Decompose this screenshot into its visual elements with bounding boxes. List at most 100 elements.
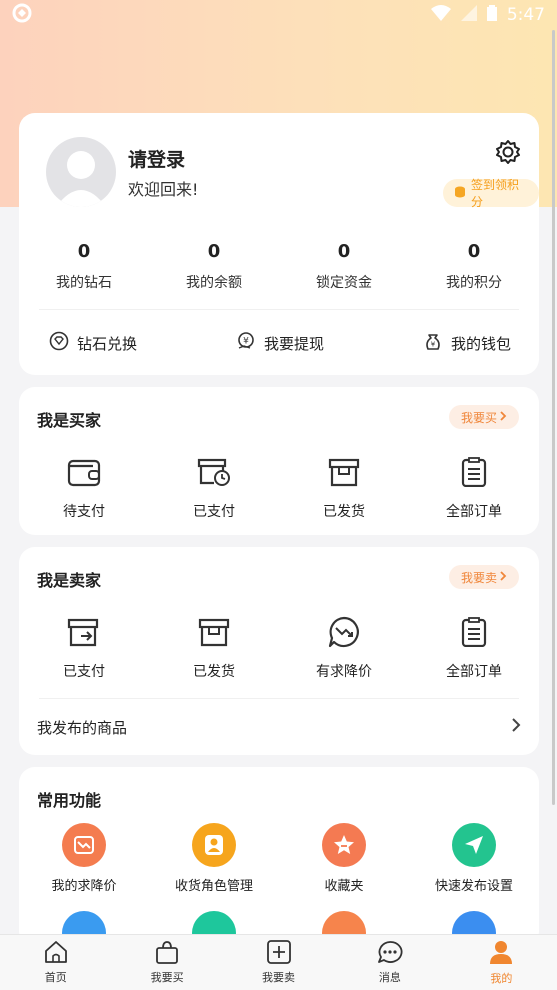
bottom-tab-bar: 首页 我要买 我要卖 消息 我的 <box>0 934 557 990</box>
stat-value: 0 <box>337 241 351 262</box>
divider <box>39 309 519 310</box>
grid-item-label: 已发货 <box>193 664 235 680</box>
person-icon <box>192 823 236 867</box>
wifi-icon <box>430 5 451 25</box>
profile-icon <box>488 939 514 968</box>
stat-value: 0 <box>207 241 221 262</box>
status-time: 5:47 <box>506 5 545 25</box>
grid-item-label: 已支付 <box>193 504 235 520</box>
stats-row: 0 我的钻石 0 我的余额 0 锁定资金 0 我的积分 <box>19 241 539 292</box>
seller-card: 我是卖家 我要卖 已支付 已发货 有求降价 全部订单 我发布的商品 <box>19 547 539 755</box>
wallet-icon: ¥ <box>423 331 443 355</box>
seller-shipped[interactable]: 已发货 <box>149 615 279 681</box>
stat-balance[interactable]: 0 我的余额 <box>149 241 279 292</box>
plus-box-icon <box>266 940 292 967</box>
common-functions-card: 常用功能 我的求降价 收货角色管理 收藏夹 快速发布设置 <box>19 767 539 955</box>
app-notification-icon <box>12 3 32 27</box>
published-items-label: 我发布的商品 <box>37 718 128 737</box>
my-wallet-button[interactable]: ¥ 我的钱包 <box>423 331 511 355</box>
buyer-orders-grid: 待支付 已支付 已发货 全部订单 <box>19 455 539 521</box>
paid-arrow-icon <box>67 615 101 649</box>
buyer-pending-payment[interactable]: 待支付 <box>19 455 149 521</box>
buy-shortcut-button[interactable]: 我要买 <box>449 405 520 429</box>
stat-points[interactable]: 0 我的积分 <box>409 241 539 292</box>
user-card: 请登录 欢迎回来! 签到领积分 0 我的钻石 0 我的余额 0 锁定资金 0 我的积分 … <box>19 113 539 375</box>
chevron-right-icon <box>499 570 507 584</box>
my-published-items-row[interactable]: 我发布的商品 <box>19 699 539 755</box>
seller-price-drop-requests[interactable]: 有求降价 <box>279 615 409 681</box>
price-drop-icon <box>327 615 361 649</box>
battery-icon <box>486 5 497 25</box>
buyer-card: 我是买家 我要买 待支付 已支付 已发货 全部订单 <box>19 387 539 535</box>
withdraw-icon: ¥ <box>236 331 256 355</box>
price-drop-icon <box>62 823 106 867</box>
grid-item-label: 已支付 <box>63 664 105 680</box>
paid-clock-icon <box>197 455 231 489</box>
buyer-section-title: 我是买家 <box>37 411 102 430</box>
tab-label: 我要买 <box>150 971 184 984</box>
tab-messages[interactable]: 消息 <box>334 935 445 990</box>
svg-text:¥: ¥ <box>243 337 249 347</box>
tab-profile[interactable]: 我的 <box>446 935 557 990</box>
chevron-right-icon <box>499 410 507 424</box>
stat-diamonds[interactable]: 0 我的钻石 <box>19 241 149 292</box>
buyer-all-orders[interactable]: 全部订单 <box>409 455 539 521</box>
common-section-title: 常用功能 <box>37 791 102 810</box>
sell-shortcut-label: 我要卖 <box>461 570 498 585</box>
seller-section-title: 我是卖家 <box>37 571 102 590</box>
tab-label: 消息 <box>378 971 401 984</box>
seller-orders-grid: 已支付 已发货 有求降价 全部订单 <box>19 615 539 681</box>
my-wallet-label: 我的钱包 <box>451 334 512 353</box>
tab-home[interactable]: 首页 <box>0 935 111 990</box>
function-label: 快速发布设置 <box>434 879 513 894</box>
stat-label: 我的余额 <box>186 275 242 291</box>
status-bar: 5:47 <box>0 0 557 30</box>
grid-item-label: 已发货 <box>323 504 365 520</box>
signal-icon <box>460 5 477 25</box>
function-label: 我的求降价 <box>51 879 117 894</box>
diamond-exchange-label: 钻石兑换 <box>77 334 138 353</box>
grid-item-label: 全部订单 <box>446 504 502 520</box>
avatar[interactable] <box>46 137 116 207</box>
diamond-exchange-button[interactable]: 钻石兑换 <box>49 331 137 355</box>
favorites-button[interactable]: 收藏夹 <box>279 823 409 894</box>
login-link[interactable]: 请登录 <box>128 145 185 172</box>
stat-label: 我的钻石 <box>56 275 112 291</box>
sign-in-points-badge[interactable]: 签到领积分 <box>443 178 539 209</box>
box-icon <box>327 455 361 489</box>
welcome-text: 欢迎回来! <box>128 180 199 199</box>
stat-locked-funds[interactable]: 0 锁定资金 <box>279 241 409 292</box>
withdraw-button[interactable]: ¥ 我要提现 <box>236 331 324 355</box>
stat-value: 0 <box>77 241 91 262</box>
stat-label: 我的积分 <box>446 275 502 291</box>
seller-all-orders[interactable]: 全部订单 <box>409 615 539 681</box>
diamond-icon <box>49 331 69 355</box>
home-icon <box>43 940 69 967</box>
buyer-paid[interactable]: 已支付 <box>149 455 279 521</box>
wallet-actions-row: 钻石兑换 ¥ 我要提现 ¥ 我的钱包 <box>19 325 539 361</box>
chevron-right-icon <box>511 718 521 736</box>
my-price-drop-button[interactable]: 我的求降价 <box>19 823 149 894</box>
receiver-role-management-button[interactable]: 收货角色管理 <box>149 823 279 894</box>
coins-icon <box>453 185 467 202</box>
sell-shortcut-button[interactable]: 我要卖 <box>449 565 520 589</box>
function-label: 收货角色管理 <box>174 879 253 894</box>
tab-sell[interactable]: 我要卖 <box>223 935 334 990</box>
scrollbar[interactable] <box>552 30 555 805</box>
order-list-icon <box>457 615 491 649</box>
tab-label: 我要卖 <box>262 971 296 984</box>
withdraw-label: 我要提现 <box>264 334 325 353</box>
sign-in-label: 签到领积分 <box>471 178 520 209</box>
settings-gear-icon[interactable] <box>495 139 521 165</box>
star-icon <box>322 823 366 867</box>
buy-shortcut-label: 我要买 <box>461 410 498 425</box>
quick-publish-settings-button[interactable]: 快速发布设置 <box>409 823 539 894</box>
seller-paid[interactable]: 已支付 <box>19 615 149 681</box>
message-icon <box>377 940 403 967</box>
tab-buy[interactable]: 我要买 <box>111 935 222 990</box>
buyer-shipped[interactable]: 已发货 <box>279 455 409 521</box>
stat-value: 0 <box>467 241 481 262</box>
function-label: 收藏夹 <box>324 879 364 894</box>
tab-label: 首页 <box>44 971 67 984</box>
grid-item-label: 待支付 <box>63 504 105 520</box>
